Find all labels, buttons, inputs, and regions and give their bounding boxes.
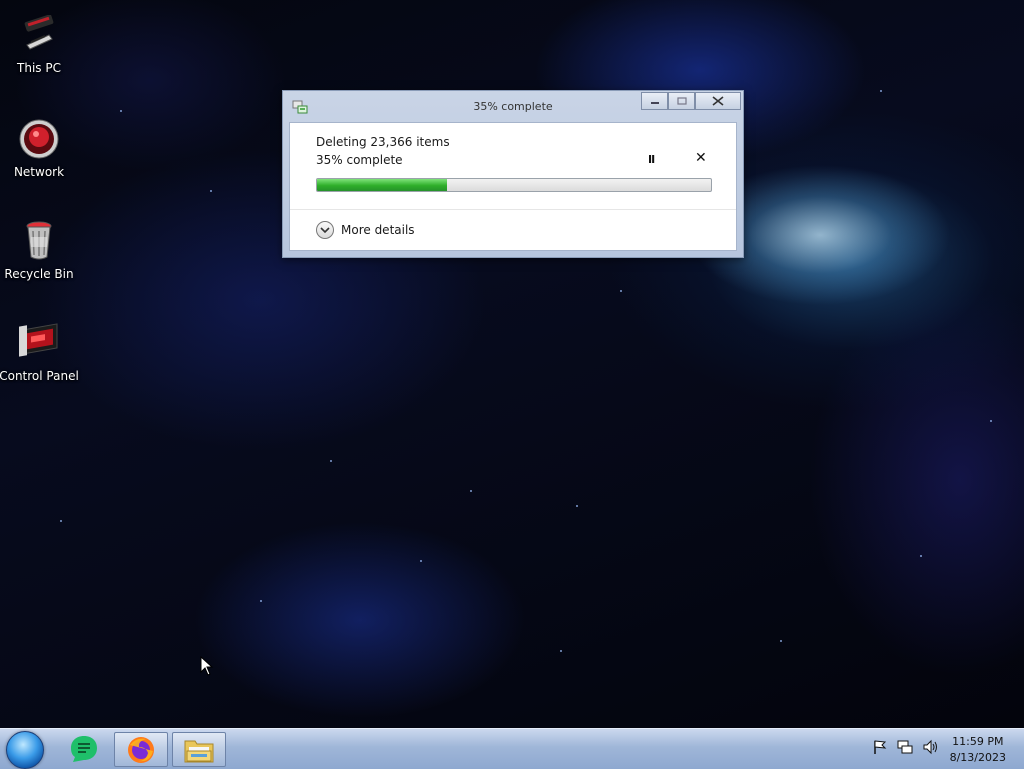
- star: [260, 600, 262, 602]
- star: [560, 650, 562, 652]
- volume-icon[interactable]: [922, 739, 940, 759]
- star: [576, 505, 578, 507]
- desktop-icon-label: Network: [13, 165, 65, 179]
- taskbar-item-messages[interactable]: [58, 732, 110, 765]
- desktop-icon-this-pc[interactable]: This PC: [0, 12, 78, 75]
- minimize-icon: [650, 102, 659, 104]
- recycle-bin-icon: [16, 218, 62, 264]
- start-button[interactable]: [6, 731, 44, 769]
- desktop-icon-network[interactable]: Network: [0, 116, 78, 179]
- progress-bar: [316, 178, 712, 192]
- pause-button[interactable]: II: [648, 153, 655, 166]
- flag-icon[interactable]: [872, 739, 888, 759]
- chevron-down-icon: [316, 221, 334, 239]
- clock-date: 8/13/2023: [949, 751, 1006, 764]
- network-icon: [16, 116, 62, 162]
- taskbar-item-file-explorer[interactable]: [172, 732, 226, 767]
- clock-time: 11:59 PM: [952, 735, 1004, 748]
- star: [920, 555, 922, 557]
- desktop-icon-label: This PC: [17, 61, 61, 75]
- more-details-toggle[interactable]: More details: [316, 221, 415, 239]
- chat-icon: [71, 735, 97, 762]
- system-clock[interactable]: 11:59 PM 8/13/2023: [950, 734, 1006, 766]
- progress-bar-fill: [317, 179, 448, 191]
- star: [330, 460, 332, 462]
- star: [120, 110, 122, 112]
- minimize-button[interactable]: [641, 92, 668, 110]
- star: [60, 520, 62, 522]
- progress-status: 35% complete: [316, 153, 403, 167]
- folder-icon: [184, 740, 214, 762]
- maximize-button[interactable]: [668, 92, 695, 110]
- window-controls: [641, 92, 741, 110]
- close-button[interactable]: [695, 92, 741, 110]
- star: [990, 420, 992, 422]
- more-details-label: More details: [341, 223, 415, 237]
- mouse-cursor-icon: [200, 655, 214, 680]
- star: [780, 640, 782, 642]
- star: [620, 290, 622, 292]
- computer-icon: [16, 12, 62, 58]
- stop-button[interactable]: ✕: [695, 150, 707, 166]
- star: [470, 490, 472, 492]
- star: [210, 190, 212, 192]
- desktop-icon-control-panel[interactable]: Control Panel: [0, 320, 79, 383]
- star: [420, 560, 422, 562]
- taskbar-item-firefox[interactable]: [114, 732, 168, 767]
- desktop: This PC Network Recycle Bin Control Pane…: [0, 0, 1024, 728]
- desktop-icon-label: Control Panel: [0, 369, 79, 383]
- firefox-icon: [128, 736, 154, 763]
- desktop-icon-label: Recycle Bin: [4, 267, 74, 281]
- delete-progress-dialog: 35% complete Deleting 23,366 items 35% c…: [282, 90, 744, 258]
- dialog-content: Deleting 23,366 items 35% complete II ✕ …: [289, 122, 737, 251]
- maximize-icon: [676, 97, 687, 105]
- desktop-icon-recycle-bin[interactable]: Recycle Bin: [0, 218, 78, 281]
- operation-heading: Deleting 23,366 items: [316, 135, 450, 149]
- dialog-titlebar[interactable]: 35% complete: [283, 91, 743, 121]
- close-icon: [712, 96, 724, 106]
- divider: [290, 209, 736, 210]
- star: [880, 90, 882, 92]
- network-icon[interactable]: [897, 739, 913, 759]
- system-tray: [872, 729, 940, 769]
- control-panel-icon: [16, 320, 62, 366]
- taskbar: 11:59 PM 8/13/2023: [0, 728, 1024, 769]
